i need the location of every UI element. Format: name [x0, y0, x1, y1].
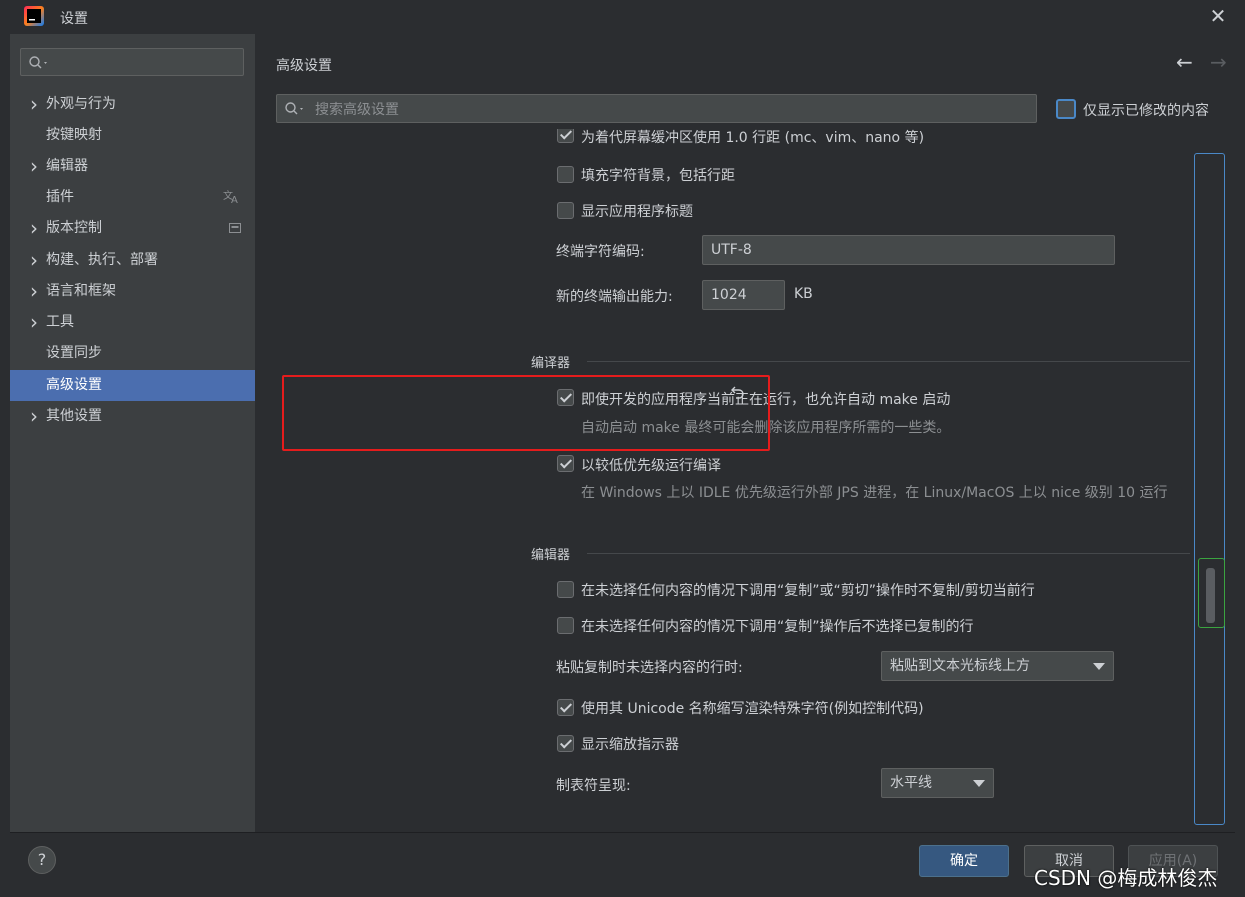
translate-icon: 文A	[223, 188, 241, 208]
project-scope-icon	[229, 223, 241, 234]
tab-render-label: 制表符呈现:	[556, 778, 631, 794]
chevron-down-icon	[1093, 663, 1105, 670]
forward-arrow-icon[interactable]: →	[1210, 50, 1227, 74]
scrollbar-thumb[interactable]	[1206, 568, 1215, 623]
sidebar-item[interactable]: › 其他设置	[10, 401, 255, 432]
low-priority-checkbox[interactable]	[557, 455, 574, 472]
low-priority-label: 以较低优先级运行编译	[581, 458, 721, 474]
editor-section-title: 编辑器	[531, 548, 571, 563]
chevron-right-icon[interactable]: ›	[30, 307, 38, 338]
no-select-copied-checkbox[interactable]	[557, 617, 574, 634]
svg-text:A: A	[231, 195, 238, 204]
search-input[interactable]	[313, 99, 1017, 121]
close-icon[interactable]: ✕	[1206, 4, 1230, 28]
modified-only-checkbox[interactable]	[1056, 99, 1076, 119]
output-capacity-label: 新的终端输出能力:	[556, 289, 673, 305]
output-capacity-field[interactable]: 1024	[702, 280, 785, 310]
paste-behavior-value: 粘贴到文本光标线上方	[890, 658, 1030, 674]
compiler-section-title: 编译器	[531, 356, 571, 371]
sidebar-item[interactable]: 高级设置	[10, 370, 255, 401]
sidebar-item-label: 按键映射	[46, 127, 102, 143]
ide-background-right	[1235, 34, 1245, 896]
encoding-label: 终端字符编码:	[556, 244, 645, 260]
sidebar-item[interactable]: › 编辑器	[10, 151, 255, 182]
low-priority-description: 在 Windows 上以 IDLE 优先级运行外部 JPS 进程，在 Linux…	[581, 485, 1168, 501]
sidebar-search-input[interactable]	[20, 48, 244, 76]
show-app-title-checkbox[interactable]	[557, 202, 574, 219]
highlight-annotation-box	[282, 375, 770, 451]
settings-scroll-area: 为着代屏幕缓冲区使用 1.0 行距 (mc、vim、nano 等) 填充字符背景…	[255, 129, 1190, 829]
search-icon	[285, 102, 303, 115]
intellij-logo-icon	[24, 6, 44, 26]
reset-icon[interactable]	[728, 385, 746, 403]
sidebar-item[interactable]: 设置同步	[10, 338, 255, 369]
back-arrow-icon[interactable]: ←	[1176, 50, 1193, 74]
chevron-right-icon[interactable]: ›	[30, 213, 38, 244]
sidebar-item-label: 设置同步	[46, 345, 102, 361]
tab-render-select[interactable]: 水平线	[881, 768, 994, 798]
help-button[interactable]: ?	[28, 846, 56, 874]
no-select-copied-label: 在未选择任何内容的情况下调用“复制”操作后不选择已复制的行	[581, 619, 974, 635]
section-divider	[587, 361, 1190, 362]
fill-background-checkbox[interactable]	[557, 166, 574, 183]
sidebar-item-label: 工具	[46, 314, 74, 330]
watermark: CSDN @梅成林俊杰	[1034, 866, 1218, 890]
ide-background-left	[0, 34, 10, 896]
sidebar-item[interactable]: › 外观与行为	[10, 89, 255, 120]
sidebar-item-label: 版本控制	[46, 220, 102, 236]
sidebar-item-label: 插件	[46, 189, 74, 205]
page-title: 高级设置	[276, 58, 332, 74]
chevron-right-icon[interactable]: ›	[30, 401, 38, 432]
output-capacity-unit: KB	[794, 286, 813, 302]
sidebar-item-label: 构建、执行、部署	[46, 252, 158, 268]
sidebar-item[interactable]: 插件 文 A	[10, 182, 255, 213]
sidebar-item[interactable]: › 构建、执行、部署	[10, 245, 255, 276]
sidebar-item-label: 高级设置	[46, 377, 102, 393]
zoom-indicator-label: 显示缩放指示器	[581, 737, 679, 753]
title-bar	[0, 0, 1245, 35]
tab-render-value: 水平线	[890, 775, 932, 791]
sidebar-item[interactable]: › 语言和框架	[10, 276, 255, 307]
sidebar-item[interactable]: 按键映射	[10, 120, 255, 151]
sidebar-item-label: 语言和框架	[46, 283, 116, 299]
unicode-render-checkbox[interactable]	[557, 699, 574, 716]
chevron-right-icon[interactable]: ›	[30, 245, 38, 276]
modified-only-label: 仅显示已修改的内容	[1083, 103, 1209, 119]
paste-behavior-select[interactable]: 粘贴到文本光标线上方	[881, 651, 1114, 681]
chevron-right-icon[interactable]: ›	[30, 89, 38, 120]
no-copy-line-label: 在未选择任何内容的情况下调用“复制”或“剪切”操作时不复制/剪切当前行	[581, 583, 1035, 599]
chevron-right-icon[interactable]: ›	[30, 276, 38, 307]
section-divider	[587, 553, 1190, 554]
no-copy-line-checkbox[interactable]	[557, 581, 574, 598]
line-spacing-checkbox[interactable]	[557, 129, 574, 143]
line-spacing-label: 为着代屏幕缓冲区使用 1.0 行距 (mc、vim、nano 等)	[581, 130, 925, 146]
encoding-field[interactable]: UTF-8	[702, 235, 1115, 265]
chevron-down-icon	[973, 780, 985, 787]
search-icon	[29, 56, 47, 69]
zoom-indicator-checkbox[interactable]	[557, 735, 574, 752]
scrollbar-frame	[1194, 153, 1225, 825]
paste-behavior-label: 粘贴复制时未选择内容的行时:	[556, 660, 743, 676]
sidebar-item-label: 外观与行为	[46, 96, 116, 112]
fill-background-label: 填充字符背景，包括行距	[581, 168, 735, 184]
sidebar-item-label: 编辑器	[46, 158, 88, 174]
sidebar-item-label: 其他设置	[46, 408, 102, 424]
advanced-settings-search[interactable]	[276, 94, 1037, 123]
show-app-title-label: 显示应用程序标题	[581, 204, 693, 220]
ok-button[interactable]: 确定	[919, 845, 1009, 877]
sidebar-item[interactable]: › 工具	[10, 307, 255, 338]
sidebar-item[interactable]: › 版本控制	[10, 213, 255, 244]
window-title: 设置	[60, 11, 88, 27]
unicode-render-label: 使用其 Unicode 名称缩写渲染特殊字符(例如控制代码)	[581, 701, 924, 717]
chevron-right-icon[interactable]: ›	[30, 151, 38, 182]
